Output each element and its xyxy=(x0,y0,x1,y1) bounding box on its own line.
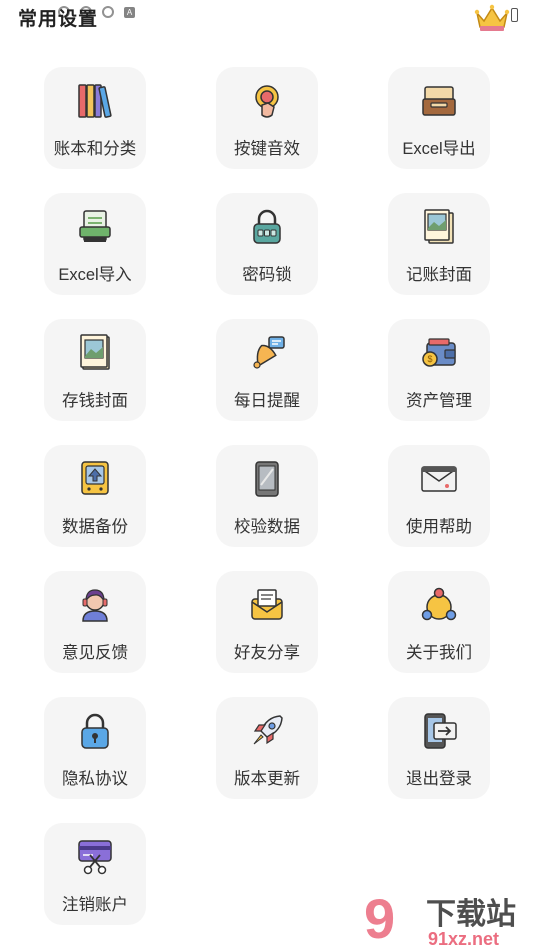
network-circle-icon xyxy=(421,587,457,621)
menu-item-label: Excel导入 xyxy=(58,266,132,284)
photo-icon xyxy=(80,334,110,370)
rocket-icon xyxy=(253,715,283,745)
menu-item-verify-data[interactable]: 校验数据 xyxy=(216,445,318,547)
menu-item-label: 意见反馈 xyxy=(62,644,128,662)
menu-item-share[interactable]: 好友分享 xyxy=(216,571,318,673)
wallet-icon: $ xyxy=(422,338,456,367)
menu-item-ledger-cover[interactable]: 记账封面 xyxy=(388,193,490,295)
menu-item-help[interactable]: 使用帮助 xyxy=(388,445,490,547)
menu-item-version-update[interactable]: 版本更新 xyxy=(216,697,318,799)
menu-item-excel-export[interactable]: Excel导出 xyxy=(388,67,490,169)
menu-item-label: 关于我们 xyxy=(406,644,472,662)
watermark-text: 下载站 xyxy=(426,898,516,931)
menu-item-asset-management[interactable]: $ 资产管理 xyxy=(388,319,490,421)
menu-item-label: 使用帮助 xyxy=(406,518,472,536)
books-icon xyxy=(78,84,112,118)
menu-item-password-lock[interactable]: 密码锁 xyxy=(216,193,318,295)
bell-icon xyxy=(253,336,285,369)
settings-grid: 账本和分类 按键音效 Excel导出 Excel导入 密码锁 记账封面 存钱封面… xyxy=(0,0,534,950)
menu-item-label: 注销账户 xyxy=(62,896,128,914)
menu-item-about[interactable]: 关于我们 xyxy=(388,571,490,673)
envelope-icon xyxy=(421,466,457,492)
menu-item-feedback[interactable]: 意见反馈 xyxy=(44,571,146,673)
press-button-icon xyxy=(255,85,279,118)
menu-item-excel-import[interactable]: Excel导入 xyxy=(44,193,146,295)
menu-item-saving-cover[interactable]: 存钱封面 xyxy=(44,319,146,421)
menu-item-label: 数据备份 xyxy=(62,518,128,536)
menu-item-sound[interactable]: 按键音效 xyxy=(216,67,318,169)
file-tray-icon xyxy=(422,86,456,116)
xls-file-icon xyxy=(79,210,111,242)
menu-item-label: 资产管理 xyxy=(406,392,472,410)
menu-item-label: 隐私协议 xyxy=(62,770,128,788)
backup-drive-icon xyxy=(81,461,109,495)
menu-item-label: 版本更新 xyxy=(234,770,300,788)
menu-item-delete-account[interactable]: 注销账户 xyxy=(44,823,146,925)
menu-item-daily-reminder[interactable]: 每日提醒 xyxy=(216,319,318,421)
padlock-icon xyxy=(253,209,281,244)
support-agent-icon xyxy=(82,589,108,622)
lock-icon xyxy=(81,713,109,749)
tablet-icon xyxy=(255,461,279,497)
menu-item-label: 校验数据 xyxy=(234,518,300,536)
menu-item-label: 记账封面 xyxy=(406,266,472,284)
menu-item-label: 退出登录 xyxy=(406,770,472,788)
menu-item-label: 存钱封面 xyxy=(62,392,128,410)
menu-item-books[interactable]: 账本和分类 xyxy=(44,67,146,169)
watermark-subtext: 91xz.net xyxy=(428,929,499,949)
cut-card-icon xyxy=(78,840,112,875)
picture-stack-icon xyxy=(424,209,454,244)
menu-item-label: 密码锁 xyxy=(242,266,292,284)
menu-item-label: 账本和分类 xyxy=(53,140,137,158)
menu-item-label: Excel导出 xyxy=(402,140,476,158)
logout-icon xyxy=(424,713,457,749)
menu-item-label: 好友分享 xyxy=(234,644,300,662)
menu-item-logout[interactable]: 退出登录 xyxy=(388,697,490,799)
site-watermark: 9 下载站 91xz.net xyxy=(364,888,516,950)
menu-item-privacy[interactable]: 隐私协议 xyxy=(44,697,146,799)
svg-text:$: $ xyxy=(427,354,432,364)
menu-item-data-backup[interactable]: 数据备份 xyxy=(44,445,146,547)
mail-share-icon xyxy=(251,589,283,620)
menu-item-label: 按键音效 xyxy=(234,140,300,158)
menu-item-label: 每日提醒 xyxy=(234,392,300,410)
svg-text:9: 9 xyxy=(364,888,395,950)
